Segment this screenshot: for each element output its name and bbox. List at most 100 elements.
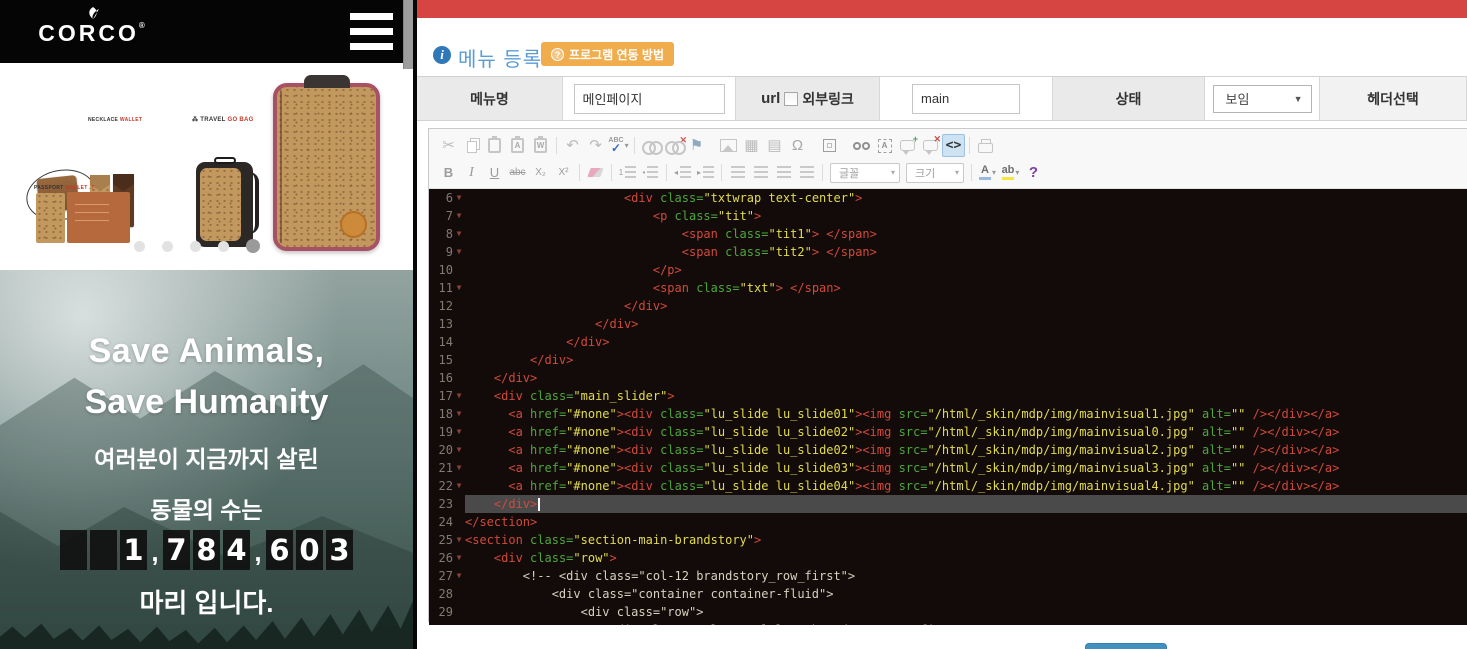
program-link-help-button[interactable]: ? 프로그램 연동 방법 (541, 42, 674, 66)
save-button[interactable]: 저장하기 (1085, 643, 1167, 649)
code-line[interactable]: 14 </div> (429, 333, 1467, 351)
slider-dot[interactable] (134, 241, 145, 252)
anchor-icon[interactable]: ⚑ (685, 134, 708, 157)
code-line[interactable]: 16 </div> (429, 369, 1467, 387)
maximize-icon[interactable] (818, 134, 841, 157)
fold-spacer (453, 513, 465, 531)
remove-format-icon[interactable] (584, 161, 607, 184)
outdent-icon[interactable]: ◂ (671, 161, 694, 184)
slider-dot[interactable] (218, 241, 229, 252)
cut-icon[interactable]: ✂ (437, 134, 460, 157)
bg-color-icon[interactable]: ab▾ (999, 161, 1022, 184)
bubble-add-icon[interactable]: + (896, 134, 919, 157)
size-combo[interactable]: 크기▾ (903, 161, 967, 184)
underline-icon[interactable]: U (483, 161, 506, 184)
fold-caret-icon[interactable]: ▼ (453, 225, 465, 243)
status-select[interactable]: 보임▼ (1213, 85, 1312, 113)
hline-icon[interactable]: ▤ (763, 134, 786, 157)
align-justify-icon[interactable] (795, 161, 818, 184)
slider-dot-active[interactable] (246, 239, 260, 253)
code-line[interactable]: 24</section> (429, 513, 1467, 531)
site-logo[interactable]: CORCO® (38, 4, 148, 60)
screen: CORCO® NECKLACE WALLET PASSPORT WALLET .… (0, 0, 1467, 649)
fold-caret-icon[interactable]: ▼ (453, 279, 465, 297)
bold-icon[interactable]: B (437, 161, 460, 184)
code-line[interactable]: 8▼ <span class="tit1"> </span> (429, 225, 1467, 243)
fold-caret-icon[interactable]: ▼ (453, 477, 465, 495)
fold-caret-icon[interactable]: ▼ (453, 243, 465, 261)
font-combo[interactable]: 글꼴▾ (827, 161, 903, 184)
code-line[interactable]: 29 <div class="row"> (429, 603, 1467, 621)
code-line[interactable]: 11▼ <span class="txt"> </span> (429, 279, 1467, 297)
code-line[interactable]: 21▼ <a href="#none"><div class="lu_slide… (429, 459, 1467, 477)
code-line[interactable]: 7▼ <p class="tit"> (429, 207, 1467, 225)
subscript-icon[interactable]: X₂ (529, 161, 552, 184)
unlink-icon[interactable]: ✕ (662, 134, 685, 157)
fold-caret-icon[interactable]: ▼ (453, 531, 465, 549)
url-input[interactable] (912, 84, 1020, 114)
select-all-icon[interactable]: A (873, 134, 896, 157)
code-line[interactable]: 10 </p> (429, 261, 1467, 279)
image-icon[interactable] (717, 134, 740, 157)
line-number: 14 (429, 333, 453, 351)
numbered-list-icon[interactable]: 1 (616, 161, 639, 184)
fold-caret-icon[interactable]: ▼ (453, 549, 465, 567)
table-icon[interactable]: ▦ (740, 134, 763, 157)
code-line[interactable]: 26▼ <div class="row"> (429, 549, 1467, 567)
fold-caret-icon[interactable]: ▼ (453, 405, 465, 423)
code-line[interactable]: 15 </div> (429, 351, 1467, 369)
code-line[interactable]: 25▼<section class="section-main-brandsto… (429, 531, 1467, 549)
source-code-area[interactable]: 6▼ <div class="txtwrap text-center">7▼ <… (429, 189, 1467, 625)
code-line[interactable]: 17▼ <div class="main_slider"> (429, 387, 1467, 405)
align-left-icon[interactable] (726, 161, 749, 184)
fold-caret-icon[interactable]: ▼ (453, 387, 465, 405)
indent-icon[interactable]: ▸ (694, 161, 717, 184)
fold-caret-icon[interactable]: ▼ (453, 567, 465, 585)
paste-text-icon[interactable]: A (506, 134, 529, 157)
specialchar-icon[interactable]: Ω (786, 134, 809, 157)
slider-dot[interactable] (162, 241, 173, 252)
external-link-checkbox[interactable] (784, 92, 798, 106)
code-line[interactable]: 12 </div> (429, 297, 1467, 315)
fold-caret-icon[interactable]: ▼ (453, 441, 465, 459)
superscript-icon[interactable]: X² (552, 161, 575, 184)
strikethrough-icon[interactable]: abc (506, 161, 529, 184)
spellcheck-icon[interactable]: ABC✓▾ (607, 134, 630, 157)
copy-icon[interactable] (460, 134, 483, 157)
fold-caret-icon[interactable]: ▼ (453, 459, 465, 477)
code-line[interactable]: 28 <div class="container container-fluid… (429, 585, 1467, 603)
fold-caret-icon[interactable]: ▼ (453, 423, 465, 441)
hamburger-menu-icon[interactable] (350, 13, 393, 50)
slider-dot[interactable] (190, 241, 201, 252)
text-color-icon[interactable]: A▾ (976, 161, 999, 184)
fold-caret-icon[interactable]: ▼ (453, 207, 465, 225)
code-line[interactable]: 23 </div> (429, 495, 1467, 513)
line-number: 22 (429, 477, 453, 495)
paste-icon[interactable] (483, 134, 506, 157)
code-line[interactable]: 27▼ <!-- <div class="col-12 brandstory_r… (429, 567, 1467, 585)
fold-caret-icon[interactable]: ▼ (453, 189, 465, 207)
menu-name-input[interactable] (574, 84, 725, 114)
code-line[interactable]: 18▼ <a href="#none"><div class="lu_slide… (429, 405, 1467, 423)
align-right-icon[interactable] (772, 161, 795, 184)
align-center-icon[interactable] (749, 161, 772, 184)
code-line[interactable]: 20▼ <a href="#none"><div class="lu_slide… (429, 441, 1467, 459)
code-line[interactable]: 6▼ <div class="txtwrap text-center"> (429, 189, 1467, 207)
print-icon[interactable] (974, 134, 997, 157)
code-line[interactable]: 30 <div class="col-12 col-lg-7 brandstor… (429, 621, 1467, 625)
italic-icon[interactable]: I (460, 161, 483, 184)
code-line[interactable]: 9▼ <span class="tit2"> </span> (429, 243, 1467, 261)
code-line[interactable]: 13 </div> (429, 315, 1467, 333)
about-icon[interactable]: ? (1022, 161, 1045, 184)
code-line[interactable]: 22▼ <a href="#none"><div class="lu_slide… (429, 477, 1467, 495)
source-button[interactable]: <> (942, 134, 965, 157)
redo-icon[interactable]: ↷ (584, 134, 607, 157)
paste-word-icon[interactable]: W (529, 134, 552, 157)
code-line[interactable]: 19▼ <a href="#none"><div class="lu_slide… (429, 423, 1467, 441)
find-icon[interactable] (850, 134, 873, 157)
toolbar-separator (971, 164, 972, 181)
bubble-remove-icon[interactable]: ✕ (919, 134, 942, 157)
link-icon[interactable] (639, 134, 662, 157)
bulleted-list-icon[interactable]: • (639, 161, 662, 184)
undo-icon[interactable]: ↶ (561, 134, 584, 157)
